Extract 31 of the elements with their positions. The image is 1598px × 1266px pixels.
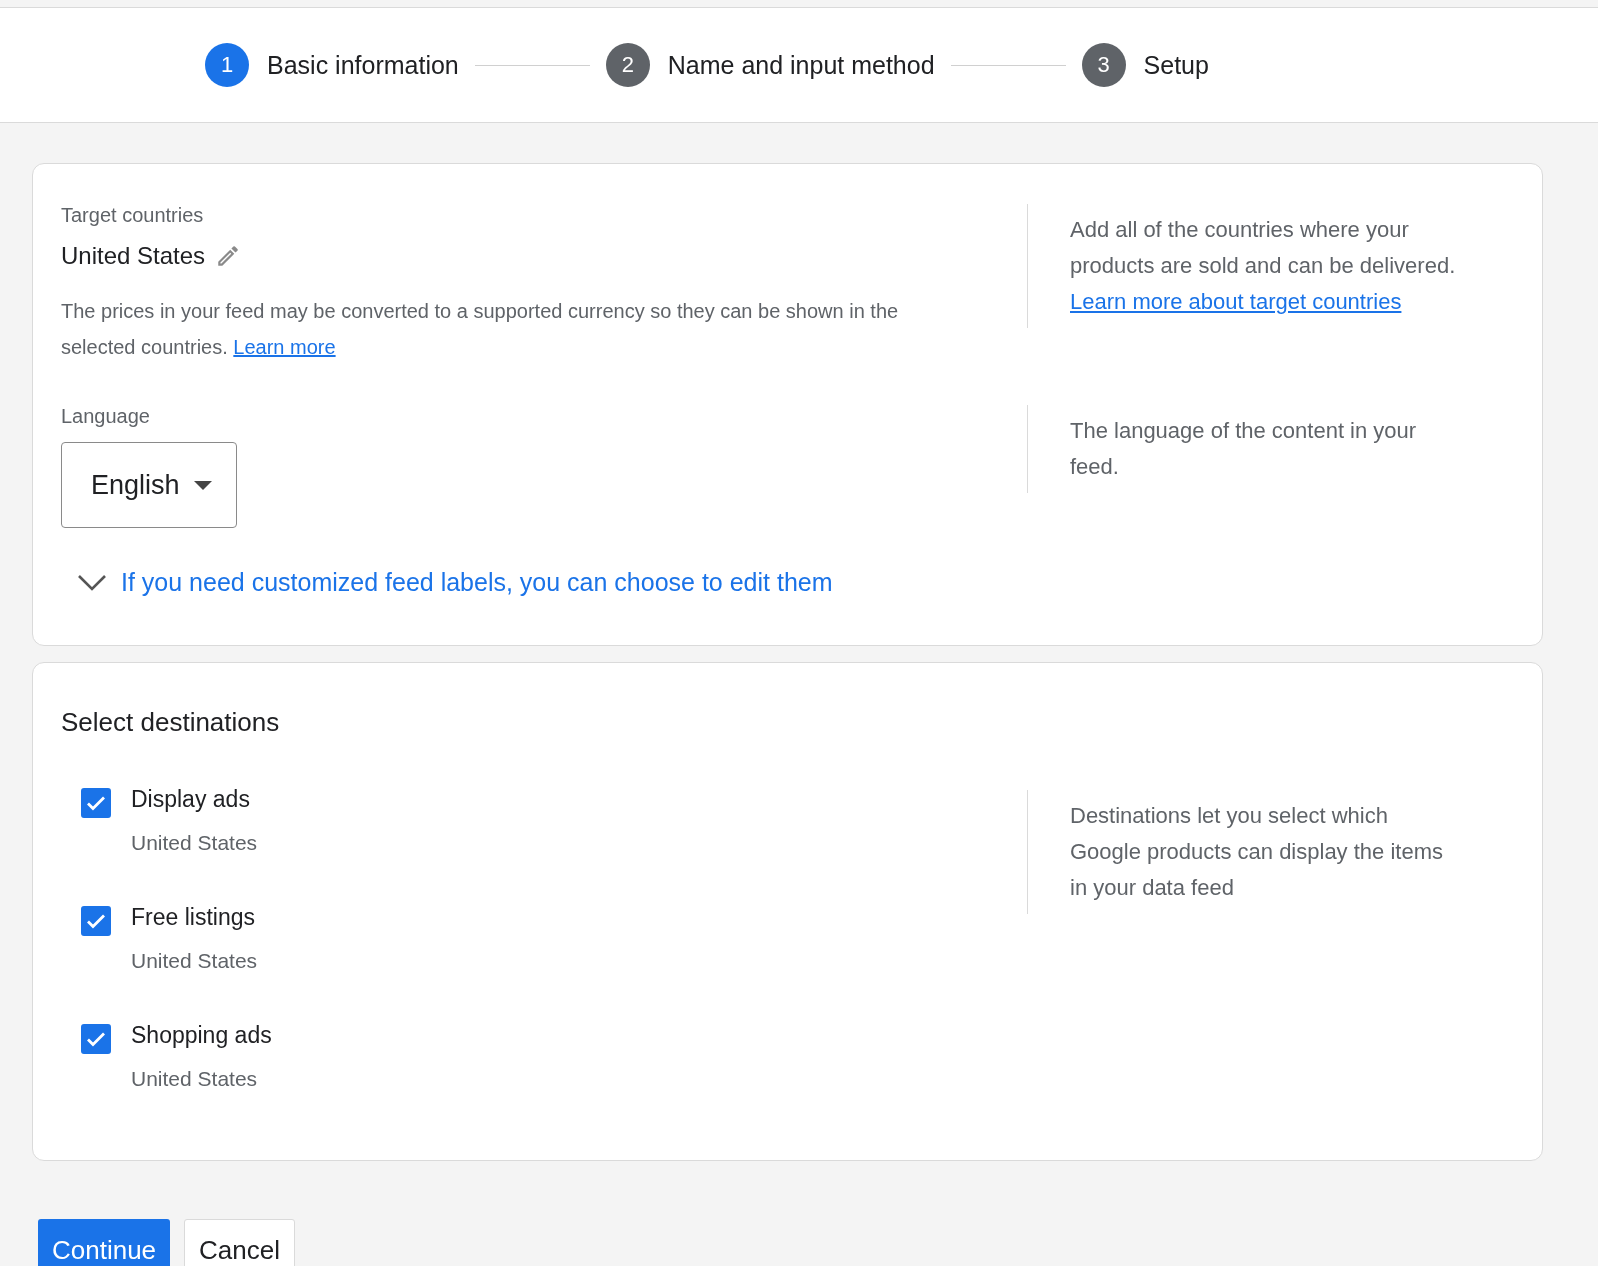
step-number[interactable]: 2: [605, 43, 650, 87]
field-value: United States: [61, 242, 206, 270]
caret-icon: [193, 480, 212, 490]
checkbox[interactable]: [81, 906, 111, 936]
step-number[interactable]: 1: [205, 43, 249, 87]
language-dropdown[interactable]: English: [61, 442, 237, 528]
field-label: Target countries: [61, 204, 205, 227]
learn-more-link[interactable]: Learn more: [233, 336, 336, 358]
step-label[interactable]: Basic information: [267, 50, 459, 80]
destination-name: Display ads: [131, 786, 251, 813]
step-label[interactable]: Setup: [1143, 50, 1209, 80]
field-label: Language: [61, 405, 151, 428]
destination-country: United States: [131, 1067, 259, 1091]
help-text: The language of the content in your feed.: [1070, 417, 1418, 481]
checkbox[interactable]: [81, 788, 111, 818]
help-text: Destinations let you select which Google products can display the items in your data feed: [1070, 802, 1444, 902]
learn-more-link[interactable]: Learn more about target countries: [1070, 289, 1402, 314]
section-title: Select destinations: [61, 707, 281, 738]
continue-button[interactable]: Continue: [38, 1219, 171, 1266]
checkbox[interactable]: [81, 1024, 111, 1054]
destination-country: United States: [131, 831, 258, 855]
destination-name: Shopping ads: [131, 1022, 272, 1049]
chevron-icon: [77, 573, 107, 592]
cancel-button[interactable]: Cancel: [184, 1219, 295, 1266]
feed-labels-expander[interactable]: If you need customized feed labels, you can choose to edit them: [61, 568, 833, 597]
destination-name: Free listings: [131, 904, 256, 931]
help-text: Add all of the countries where your products are sold and can be delivered. Learn more about target countries: [1070, 216, 1457, 316]
currency-note: The prices in your feed may be converted to a supported currency so they can be shown in the selected countries. Learn more: [61, 299, 900, 360]
step-label[interactable]: Name and input method: [667, 50, 935, 80]
step-number[interactable]: 3: [1081, 43, 1126, 87]
destination-country: United States: [131, 949, 258, 973]
